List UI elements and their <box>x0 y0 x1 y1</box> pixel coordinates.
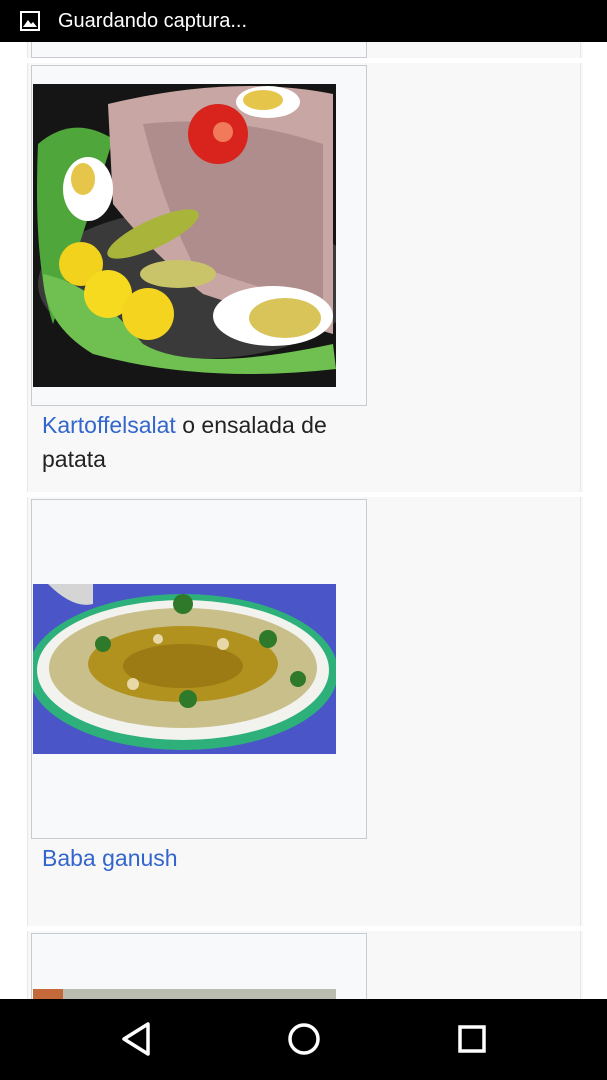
gallery-border-right <box>580 42 581 999</box>
caption-kartoffelsalat: Kartoffelsalat o ensalada de patata <box>42 408 362 476</box>
gallery-border-left <box>27 42 28 999</box>
home-button[interactable] <box>274 1011 334 1067</box>
gallery-thumb-partial-top <box>31 42 367 58</box>
caption-baba-ganush: Baba ganush <box>42 841 362 875</box>
image-icon <box>20 11 40 31</box>
partial-photo[interactable] <box>33 989 336 999</box>
gallery-thumb-baba-ganush[interactable] <box>31 499 367 839</box>
row-separator <box>27 492 583 497</box>
status-text: Guardando captura... <box>58 10 248 32</box>
gallery-thumb-partial-bottom[interactable] <box>31 933 367 999</box>
navigation-bar <box>0 999 607 1080</box>
status-bar: Guardando captura... <box>0 0 607 42</box>
gallery-thumb-kartoffelsalat[interactable] <box>31 65 367 406</box>
back-triangle-icon <box>122 1022 150 1056</box>
kartoffelsalat-photo[interactable] <box>33 84 336 387</box>
row-separator <box>27 926 583 931</box>
row-separator <box>27 58 583 63</box>
home-circle-icon <box>288 1023 320 1055</box>
baba-ganush-photo[interactable] <box>33 584 336 754</box>
baba-ganush-link[interactable]: Baba ganush <box>42 845 178 871</box>
recents-square-icon <box>458 1025 486 1053</box>
recents-button[interactable] <box>442 1011 502 1067</box>
kartoffelsalat-link[interactable]: Kartoffelsalat <box>42 412 176 438</box>
back-button[interactable] <box>106 1011 166 1067</box>
gallery-content[interactable]: Kartoffelsalat o ensalada de patata Baba… <box>0 42 607 999</box>
